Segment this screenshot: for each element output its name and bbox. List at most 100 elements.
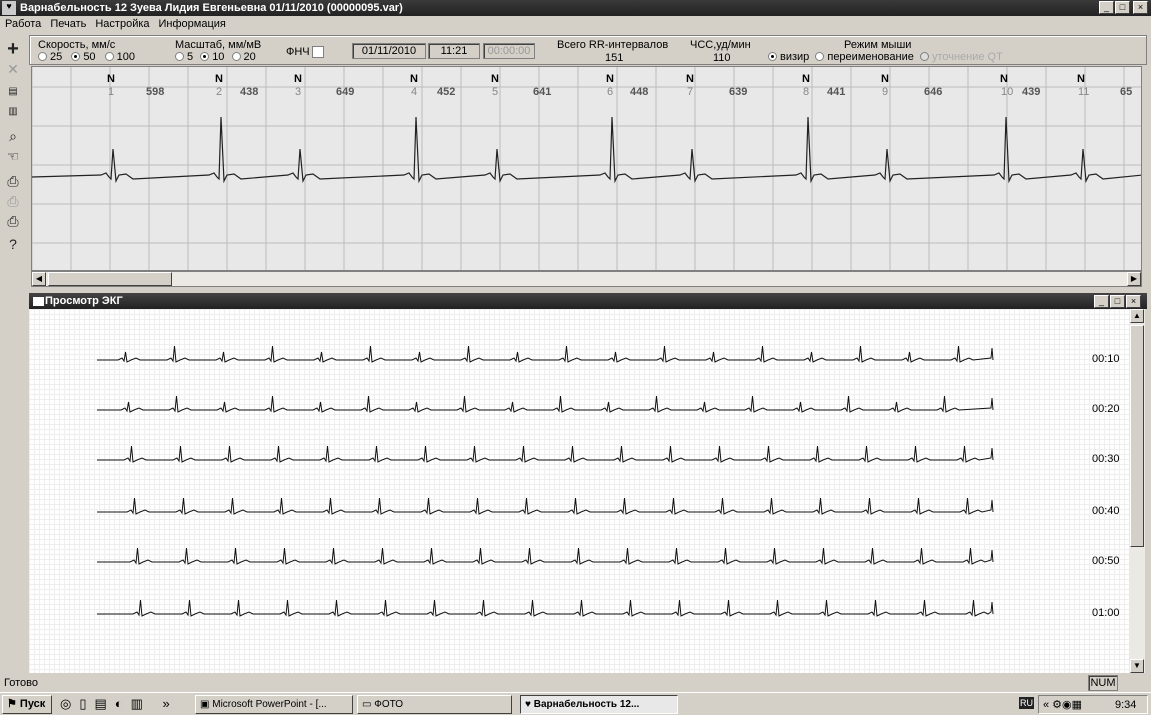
tray-icons[interactable]: « ⚙◉▦ bbox=[1043, 698, 1082, 711]
zoom-view-icon[interactable]: ⌕ bbox=[3, 126, 23, 146]
task-powerpoint[interactable]: ▣ Microsoft PowerPoint - [... bbox=[195, 695, 353, 714]
scale-5-radio[interactable]: 5 bbox=[175, 51, 193, 63]
beat-type-label[interactable]: N bbox=[215, 73, 223, 85]
beat-type-label[interactable]: N bbox=[294, 73, 302, 85]
ecg-row-trace bbox=[97, 547, 994, 565]
rhythm-strip[interactable]: N 1 N 2 N 3 N 4 N 5 N 6 N 7 N 8 N 9 N 10 N 11 598 438 649 452 641 4… bbox=[31, 66, 1142, 271]
scale-radio-group: 5 10 20 bbox=[175, 51, 256, 63]
beat-index-label: 4 bbox=[411, 86, 418, 98]
menu-work[interactable]: Работа bbox=[5, 18, 41, 30]
print-icon[interactable]: ⎙ bbox=[3, 171, 23, 191]
row-time-label: 00:40 bbox=[1092, 505, 1120, 517]
row-time-label: 00:50 bbox=[1092, 555, 1120, 567]
menu-bar: Работа Печать Настройка Информация bbox=[0, 16, 1151, 33]
rr-total-label: Всего RR-интервалов bbox=[557, 39, 669, 51]
beat-index-label: 1 bbox=[108, 86, 115, 98]
beat-type-label[interactable]: N bbox=[802, 73, 810, 85]
hr-chart-icon[interactable]: ▤ bbox=[3, 82, 23, 102]
ecg-scroll-thumb[interactable] bbox=[1130, 325, 1144, 547]
rr-interval-label: 641 bbox=[533, 86, 552, 98]
scale-10-radio[interactable]: 10 bbox=[200, 51, 224, 63]
menu-settings[interactable]: Настройка bbox=[95, 18, 149, 30]
task-variability[interactable]: ♥ Варнабельность 12... bbox=[520, 695, 678, 714]
ecg-row-trace bbox=[97, 497, 994, 515]
minimize-button[interactable]: _ bbox=[1099, 1, 1114, 14]
delete-icon[interactable]: ✕ bbox=[3, 59, 23, 79]
speed-100-radio[interactable]: 100 bbox=[104, 51, 135, 63]
start-button[interactable]: ⚑ Пуск bbox=[2, 695, 52, 714]
hand-icon[interactable]: ☜ bbox=[3, 146, 23, 166]
beat-index-label: 10 bbox=[1001, 86, 1014, 98]
rr-interval-label: 452 bbox=[437, 86, 456, 98]
clock: 9:34 bbox=[1115, 699, 1137, 711]
rr-total-value: 151 bbox=[605, 52, 624, 64]
beat-index-label: 3 bbox=[295, 86, 302, 98]
beat-type-label[interactable]: N bbox=[1077, 73, 1085, 85]
ecg-row-trace bbox=[97, 599, 994, 617]
ecg-vertical-scrollbar[interactable]: ▲ ▼ bbox=[1129, 309, 1145, 673]
language-indicator[interactable]: RU bbox=[1019, 697, 1034, 709]
menu-info[interactable]: Информация bbox=[159, 18, 226, 30]
left-toolbar: + ✕ ▤ ▥ ⌕ ☜ ⎙ ⎙ ⎙ ? bbox=[0, 36, 27, 676]
beat-type-label[interactable]: N bbox=[881, 73, 889, 85]
menu-print[interactable]: Печать bbox=[50, 18, 86, 30]
beat-index-label: 8 bbox=[803, 86, 810, 98]
scroll-left-button[interactable]: ◀ bbox=[32, 272, 46, 286]
mouse-mode-rename-radio[interactable]: переименование bbox=[815, 51, 914, 63]
maximize-button[interactable]: □ bbox=[1115, 1, 1130, 14]
beat-type-label[interactable]: N bbox=[606, 73, 614, 85]
beat-type-label[interactable]: N bbox=[410, 73, 418, 85]
print-preview-icon[interactable]: ⎙ bbox=[3, 191, 23, 211]
status-text: Готово bbox=[4, 677, 38, 689]
rr-interval-label: 598 bbox=[146, 86, 165, 98]
task-foto[interactable]: ▭ ФОТО bbox=[357, 695, 512, 714]
rr-interval-label: 438 bbox=[240, 86, 259, 98]
speed-25-radio[interactable]: 25 bbox=[38, 51, 62, 63]
rhythm-trace bbox=[32, 116, 1141, 184]
window-title: Варнабельность 12 Зуева Лидия Евгеньевна… bbox=[20, 2, 403, 14]
time-field: 11:21 bbox=[428, 43, 480, 59]
rr-interval-label: 639 bbox=[729, 86, 748, 98]
ecg-row-trace bbox=[97, 395, 994, 413]
scroll-thumb[interactable] bbox=[48, 272, 172, 286]
print-all-icon[interactable]: ⎙ bbox=[3, 211, 23, 231]
speed-50-radio[interactable]: 50 bbox=[71, 51, 96, 63]
speed-radio-group: 25 50 100 bbox=[38, 51, 135, 63]
add-icon[interactable]: + bbox=[3, 39, 23, 59]
beat-index-label: 7 bbox=[687, 86, 694, 98]
lpf-label: ФНЧ bbox=[286, 46, 310, 58]
row-time-label: 00:30 bbox=[1092, 453, 1120, 465]
mouse-mode-sight-radio[interactable]: визир bbox=[768, 51, 809, 63]
rhythm-strip-ecg bbox=[32, 67, 1141, 270]
ecg-window-title: Просмотр ЭКГ bbox=[45, 295, 123, 307]
ecg-close-button[interactable]: × bbox=[1126, 295, 1141, 308]
scroll-right-button[interactable]: ▶ bbox=[1127, 272, 1141, 286]
hr-value: 110 bbox=[713, 52, 731, 64]
speed-label: Скорость, мм/с bbox=[38, 39, 116, 51]
title-bar: Варнабельность 12 Зуева Лидия Евгеньевна… bbox=[0, 0, 1151, 16]
hr-label: ЧСС,уд/мин bbox=[690, 39, 751, 51]
beat-index-label: 5 bbox=[492, 86, 499, 98]
mouse-mode-qt-radio[interactable]: уточнение QT bbox=[919, 51, 1003, 63]
scroll-down-button[interactable]: ▼ bbox=[1130, 659, 1144, 673]
ecg-minimize-button[interactable]: _ bbox=[1094, 295, 1109, 308]
help-icon[interactable]: ? bbox=[3, 234, 23, 254]
scale-20-radio[interactable]: 20 bbox=[231, 51, 256, 63]
mouse-mode-label: Режим мыши bbox=[844, 39, 912, 51]
ecg-window-icon bbox=[33, 297, 44, 306]
qt-chart-icon[interactable]: ▥ bbox=[3, 102, 23, 122]
beat-type-label[interactable]: N bbox=[491, 73, 499, 85]
lpf-checkbox[interactable] bbox=[312, 46, 324, 58]
ecg-view[interactable] bbox=[29, 309, 1129, 673]
beat-type-label[interactable]: N bbox=[1000, 73, 1008, 85]
scroll-up-button[interactable]: ▲ bbox=[1130, 309, 1144, 323]
beat-type-label[interactable]: N bbox=[686, 73, 694, 85]
rr-interval-label: 441 bbox=[827, 86, 846, 98]
beat-type-label[interactable]: N bbox=[107, 73, 115, 85]
ecg-maximize-button[interactable]: □ bbox=[1110, 295, 1125, 308]
status-bar: Готово NUM bbox=[0, 675, 1151, 691]
close-button[interactable]: × bbox=[1133, 1, 1148, 14]
strip-horizontal-scrollbar[interactable]: ◀ ▶ bbox=[31, 271, 1142, 287]
num-indicator: NUM bbox=[1088, 675, 1118, 691]
quick-launch-icons[interactable]: ◎▯▤◐▥ » bbox=[60, 696, 178, 712]
